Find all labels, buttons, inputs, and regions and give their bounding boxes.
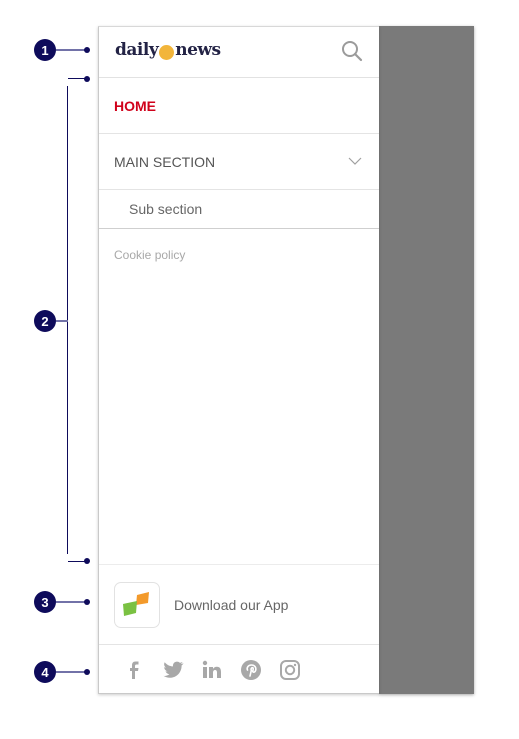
drawer-header: daily news — [99, 27, 379, 78]
download-app-button[interactable]: Download our App — [99, 565, 379, 645]
callout-1-connector — [56, 49, 86, 51]
cookie-policy-link[interactable]: Cookie policy — [114, 248, 185, 262]
callout-2-connector — [56, 320, 68, 322]
menu-item-sub-section[interactable]: Sub section — [99, 190, 379, 229]
callout-1-dot — [84, 47, 90, 53]
callout-2: 2 — [34, 310, 56, 332]
callout-3-dot — [84, 599, 90, 605]
app-logo-icon — [123, 591, 149, 616]
menu-item-home[interactable]: HOME — [99, 78, 379, 134]
callout-1: 1 — [34, 39, 56, 61]
linkedin-icon[interactable] — [201, 659, 223, 681]
callout-2-top-dot — [84, 76, 90, 82]
callout-3: 3 — [34, 591, 56, 613]
social-links — [99, 645, 379, 695]
twitter-icon[interactable] — [162, 659, 184, 681]
callout-4: 4 — [34, 661, 56, 683]
app-icon — [114, 581, 160, 628]
instagram-icon[interactable] — [279, 659, 301, 681]
logo[interactable]: daily news — [115, 40, 221, 60]
navigation-drawer: daily news HOME MAIN SECTION Sub section… — [98, 26, 379, 694]
logo-text-news: news — [175, 40, 221, 60]
sun-icon — [159, 44, 175, 60]
callout-2-bottom-dot — [84, 558, 90, 564]
callout-4-dot — [84, 669, 90, 675]
menu-item-home-label: HOME — [114, 97, 156, 114]
search-icon[interactable] — [341, 40, 363, 62]
menu-item-main-section-label: MAIN SECTION — [114, 153, 216, 170]
pinterest-icon[interactable] — [240, 659, 262, 681]
download-app-label: Download our App — [174, 596, 289, 613]
facebook-icon[interactable] — [123, 659, 145, 681]
logo-text-daily: daily — [115, 40, 159, 60]
callout-2-top-connector — [68, 78, 86, 79]
chevron-down-icon[interactable] — [348, 156, 362, 166]
cookie-area: Cookie policy — [99, 229, 379, 565]
menu-item-sub-section-label: Sub section — [129, 201, 203, 217]
callout-4-connector — [56, 671, 86, 673]
menu-item-main-section[interactable]: MAIN SECTION — [99, 134, 379, 190]
callout-3-connector — [56, 601, 86, 603]
page-overlay[interactable] — [379, 26, 474, 694]
